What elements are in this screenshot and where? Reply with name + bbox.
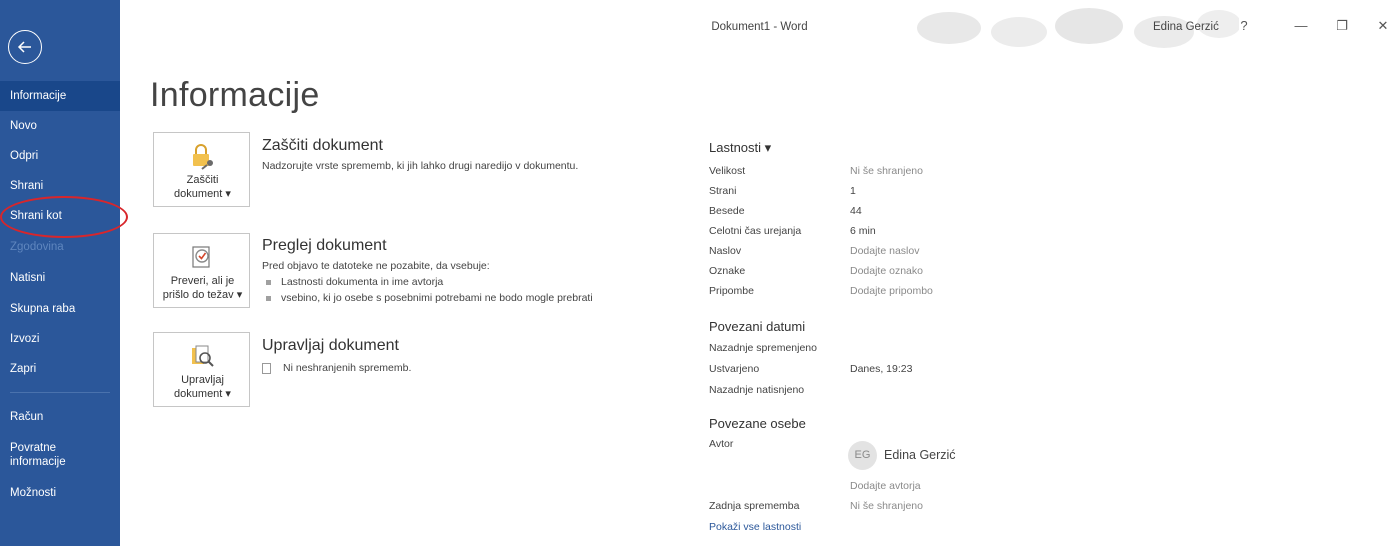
help-button[interactable]: ?	[1234, 18, 1254, 33]
document-page-icon	[262, 362, 271, 374]
related-dates-heading: Povezani datumi	[709, 319, 806, 334]
inspect-bullet-text: vsebino, ki jo osebe s posebnimi potreba…	[281, 292, 593, 304]
date-label: Ustvarjeno	[709, 363, 760, 375]
sidebar-item-povratne-informacije[interactable]: Povratne informacije	[0, 441, 90, 469]
avatar: EG	[848, 441, 877, 470]
property-label: Strani	[709, 185, 737, 197]
check-issues-button-line1: Preveri, ali je	[170, 275, 235, 287]
last-modified-by-value: Ni še shranjeno	[850, 500, 923, 512]
check-issues-button-line2: prišlo do težav ▾	[162, 289, 243, 301]
inspect-bullet: Lastnosti dokumenta in ime avtorja	[266, 276, 443, 288]
bullet-square-icon	[266, 295, 271, 301]
property-value: Ni še shranjeno	[850, 165, 923, 177]
bullet-square-icon	[266, 279, 271, 285]
lock-key-icon	[193, 144, 213, 170]
property-value: 44	[850, 205, 862, 217]
protect-button-line1: Zaščiti	[186, 174, 219, 186]
back-button[interactable]	[8, 30, 42, 64]
manage-section-description: Ni neshranjenih sprememb.	[283, 362, 412, 374]
manage-section-title: Upravljaj dokument	[262, 337, 399, 354]
signed-in-user[interactable]: Edina Gerzić	[1153, 21, 1219, 33]
property-label: Velikost	[709, 165, 746, 177]
related-people-heading: Povezane osebe	[709, 416, 806, 431]
sidebar-item-zapri[interactable]: Zapri	[0, 362, 120, 376]
backstage-sidebar: Informacije Novo Odpri Shrani Shrani kot…	[0, 0, 120, 546]
date-label: Nazadnje spremenjeno	[709, 342, 817, 354]
manage-button-label: Upravljaj dokument ▾	[154, 373, 251, 401]
protect-section-title: Zaščiti dokument	[262, 137, 383, 154]
date-value: Danes, 19:23	[850, 363, 913, 375]
property-label: Oznake	[709, 265, 746, 277]
restore-button[interactable]: ❐	[1332, 18, 1352, 34]
inspect-section-title: Preglej dokument	[262, 237, 387, 254]
sidebar-item-novo[interactable]: Novo	[0, 119, 120, 133]
property-value: 6 min	[850, 225, 876, 237]
inspect-bullet-text: Lastnosti dokumenta in ime avtorja	[281, 276, 444, 288]
add-author-input[interactable]: Dodajte avtorja	[850, 480, 921, 492]
property-label: Pripombe	[709, 285, 754, 297]
sidebar-item-izvozi[interactable]: Izvozi	[0, 332, 120, 346]
date-label: Nazadnje natisnjeno	[709, 384, 805, 396]
close-button[interactable]: ✕	[1373, 18, 1393, 34]
properties-heading[interactable]: Lastnosti ▾	[709, 140, 771, 156]
manage-section-row: Ni neshranjenih sprememb.	[262, 362, 411, 374]
sidebar-item-zgodovina: Zgodovina	[10, 241, 64, 253]
minimize-button[interactable]: —	[1291, 18, 1311, 33]
inspect-document-icon	[192, 246, 210, 268]
sidebar-item-informacije[interactable]: Informacije	[0, 81, 120, 111]
author-name[interactable]: Edina Gerzić	[884, 448, 956, 462]
inspect-bullet: vsebino, ki jo osebe s posebnimi potreba…	[266, 292, 593, 304]
tags-property-input[interactable]: Dodajte oznako	[850, 265, 923, 277]
comments-property-input[interactable]: Dodajte pripombo	[850, 285, 933, 297]
protect-button-label: Zaščiti dokument ▾	[154, 173, 251, 201]
sidebar-item-shrani-kot[interactable]: Shrani kot	[0, 209, 120, 223]
back-arrow-icon	[17, 41, 31, 53]
author-label: Avtor	[709, 438, 734, 450]
sidebar-item-natisni[interactable]: Natisni	[0, 271, 120, 285]
title-property-input[interactable]: Dodajte naslov	[850, 245, 919, 257]
property-label: Celotni čas urejanja	[709, 225, 802, 237]
sidebar-item-skupna-raba[interactable]: Skupna raba	[0, 302, 120, 316]
protect-button-line2: dokument ▾	[174, 188, 231, 200]
property-label: Naslov	[709, 245, 742, 257]
sidebar-item-racun[interactable]: Račun	[0, 410, 120, 424]
manage-button-line2: dokument ▾	[174, 388, 231, 400]
last-modified-by-label: Zadnja sprememba	[709, 500, 800, 512]
sidebar-divider	[10, 392, 110, 393]
check-issues-button-label: Preveri, ali je prišlo do težav ▾	[154, 274, 251, 302]
sidebar-item-shrani[interactable]: Shrani	[0, 179, 120, 193]
page-title: Informacije	[150, 76, 320, 114]
protect-section-description: Nadzorujte vrste sprememb, ki jih lahko …	[262, 160, 579, 172]
manage-document-icon	[192, 345, 214, 367]
sidebar-item-moznosti[interactable]: Možnosti	[0, 486, 120, 500]
manage-button-line1: Upravljaj	[181, 374, 224, 386]
show-all-properties-link[interactable]: Pokaži vse lastnosti	[709, 521, 801, 533]
property-label: Besede	[709, 205, 745, 217]
manage-document-button[interactable]: Upravljaj dokument ▾	[153, 332, 250, 407]
inspect-section-description: Pred objavo te datoteke ne pozabite, da …	[262, 260, 490, 272]
property-value: 1	[850, 185, 856, 197]
protect-document-button[interactable]: Zaščiti dokument ▾	[153, 132, 250, 207]
sidebar-item-odpri[interactable]: Odpri	[0, 149, 120, 163]
check-issues-button[interactable]: Preveri, ali je prišlo do težav ▾	[153, 233, 250, 308]
title-bar: Dokument1 - Word Edina Gerzić ? — ❐ ✕	[120, 0, 1399, 58]
